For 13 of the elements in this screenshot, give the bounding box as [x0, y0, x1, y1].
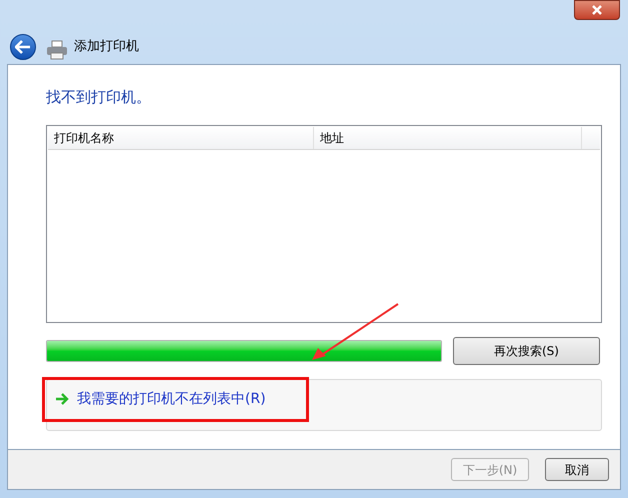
arrow-icon — [55, 393, 69, 405]
back-arrow-icon — [15, 40, 31, 54]
search-again-button[interactable]: 再次搜索(S) — [453, 337, 600, 365]
printer-icon — [46, 40, 68, 60]
printer-not-listed-link[interactable]: 我需要的打印机不在列表中(R) — [55, 388, 266, 410]
close-button[interactable] — [574, 0, 620, 20]
column-header[interactable]: 地址 — [314, 127, 582, 149]
column-header[interactable]: 打印机名称 — [48, 127, 314, 149]
dialog-heading: 找不到打印机。 — [46, 87, 152, 107]
back-button[interactable] — [10, 34, 36, 60]
cancel-button[interactable]: 取消 — [545, 458, 609, 481]
close-icon — [591, 5, 603, 15]
window-title: 添加打印机 — [74, 38, 139, 56]
